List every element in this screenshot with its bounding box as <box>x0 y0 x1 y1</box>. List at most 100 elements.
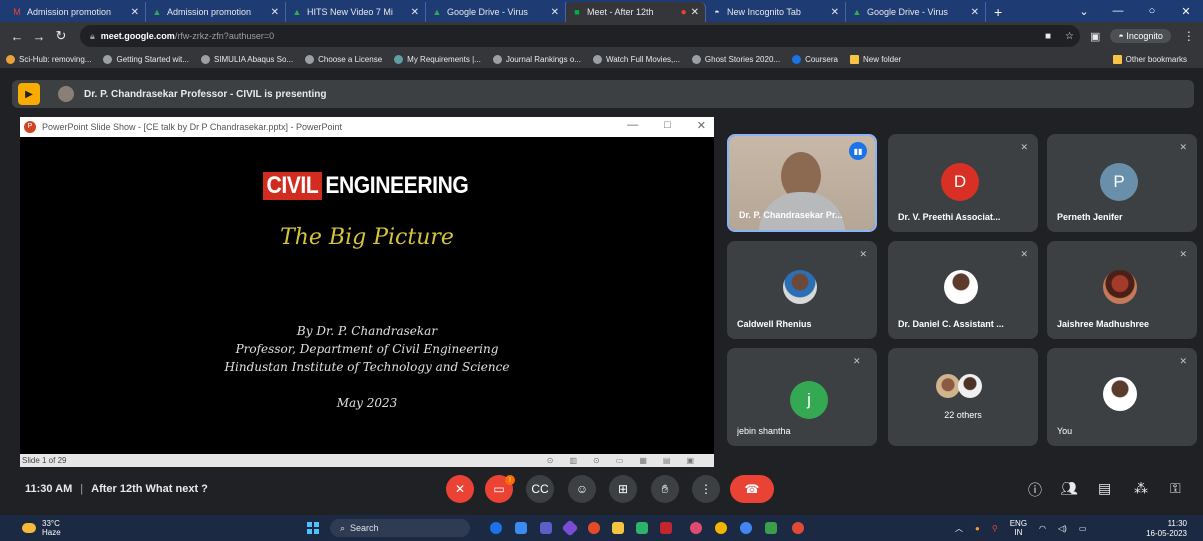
restore-button[interactable]: ○ <box>1135 5 1169 17</box>
participant-tile[interactable]: ▮▮ Dr. P. Chandrasekar Pr... <box>727 134 877 232</box>
tray-app-icon[interactable]: ● <box>975 524 980 533</box>
star-icon[interactable]: ☆ <box>1065 31 1074 42</box>
browser-tab[interactable]: ▲ Google Drive - Virus ✕ <box>846 2 986 22</box>
clock-date: 16-05-2023 <box>1146 529 1187 538</box>
app-icon[interactable] <box>636 522 648 534</box>
teams-icon[interactable] <box>540 522 552 534</box>
clock[interactable]: 11:30 16-05-2023 <box>1146 519 1187 539</box>
browser-tab[interactable]: M Admission promotion ✕ <box>6 2 146 22</box>
browser-tab-active[interactable]: ■ Meet - After 12th ● ✕ <box>566 2 706 22</box>
app-icon[interactable] <box>588 522 600 534</box>
back-button[interactable]: ← <box>6 29 28 44</box>
bookmark-folder[interactable]: New folder <box>849 54 901 64</box>
app-icon[interactable] <box>690 522 702 534</box>
bookmark[interactable]: Watch Full Movies,... <box>592 54 680 64</box>
app-icon[interactable] <box>561 519 579 537</box>
camera-off-icon[interactable]: ▭! <box>485 475 515 503</box>
raise-hand-icon[interactable]: ✋︎ <box>651 475 679 503</box>
avatar <box>783 270 817 304</box>
leave-call-button[interactable]: ☎︎ <box>730 475 774 503</box>
taskbar-search[interactable]: ⌕ Search <box>330 519 470 537</box>
windows-start-icon[interactable] <box>307 522 319 534</box>
new-tab-button[interactable]: + <box>986 2 1010 22</box>
close-window-button[interactable]: ✕ <box>1169 5 1203 18</box>
mic-off-icon: ✕ <box>1179 249 1187 259</box>
close-icon[interactable]: ✕ <box>971 7 979 18</box>
present-screen-icon[interactable]: ⊞ <box>609 475 637 503</box>
screen: M Admission promotion ✕ ▲ Admission prom… <box>0 0 1203 541</box>
bookmark[interactable]: SIMULIA Abaqus So... <box>200 54 293 64</box>
chat-icon[interactable]: ▤ <box>1098 480 1111 497</box>
participant-tile[interactable]: ✕ Jaishree Madhushree <box>1047 241 1197 339</box>
taskview-icon[interactable] <box>490 522 502 534</box>
participant-tile[interactable]: ✕ j jebin shantha <box>727 348 877 446</box>
people-icon[interactable]: 👥︎ <box>1060 480 1078 497</box>
bookmark[interactable]: Coursera <box>792 54 838 64</box>
chevron-up-icon[interactable]: ︿ <box>955 523 963 534</box>
url-field[interactable]: 🔒︎ meet.google.com /rfw-zrkz-zfn?authuse… <box>80 25 1080 47</box>
participant-tile[interactable]: 22 others <box>888 348 1038 446</box>
info-icon[interactable]: ⓘ <box>1028 480 1042 500</box>
bookmark[interactable]: Ghost Stories 2020... <box>691 54 780 64</box>
host-controls-icon[interactable]: ⚿ <box>1170 480 1181 497</box>
ppt-window-controls: — □ ✕ <box>627 119 706 132</box>
browser-tab[interactable]: ◓ New Incognito Tab ✕ <box>706 2 846 22</box>
bookmark[interactable]: Journal Rankings o... <box>492 54 581 64</box>
participant-tile[interactable]: ✕ P Perneth Jenifer <box>1047 134 1197 232</box>
widgets-icon[interactable] <box>515 522 527 534</box>
battery-icon[interactable]: ▭ <box>1079 524 1087 533</box>
gmail-icon: M <box>13 7 21 17</box>
bookmark[interactable]: Sci-Hub: removing... <box>6 54 91 64</box>
emoji-icon[interactable]: ☺ <box>568 475 596 503</box>
captions-icon[interactable]: CC <box>526 475 554 503</box>
close-icon[interactable]: ✕ <box>551 7 559 18</box>
chrome-icon[interactable] <box>715 522 727 534</box>
folder-icon <box>849 54 859 64</box>
tray-mic-icon[interactable]: ⚲ <box>992 524 998 533</box>
bookmark[interactable]: Getting Started wit... <box>103 54 189 64</box>
forward-button[interactable]: → <box>28 29 50 44</box>
weather-condition: Haze <box>42 528 61 537</box>
avatar-group <box>958 374 982 398</box>
bookmark[interactable]: Choose a License <box>305 54 382 64</box>
present-icon[interactable]: ▶ <box>18 83 40 105</box>
globe-icon <box>200 54 210 64</box>
other-bookmarks[interactable]: Other bookmarks <box>1112 54 1187 64</box>
incognito-badge[interactable]: ◓ Incognito <box>1110 29 1171 43</box>
activities-icon[interactable]: ⁂ <box>1134 480 1148 497</box>
volume-icon[interactable]: ◁) <box>1058 524 1067 533</box>
file-explorer-icon[interactable] <box>612 522 624 534</box>
reload-button[interactable]: ↻ <box>50 28 72 44</box>
language-indicator[interactable]: ENG IN <box>1010 519 1027 537</box>
wifi-icon[interactable]: ◠ <box>1039 524 1046 533</box>
app-icon[interactable] <box>660 522 672 534</box>
bookmark[interactable]: My Requirements |... <box>394 54 481 64</box>
menu-icon[interactable]: ⋮ <box>1183 29 1195 43</box>
app-icon[interactable] <box>792 522 804 534</box>
minimize-button[interactable]: — <box>1101 5 1135 17</box>
browser-tab[interactable]: ▲ HITS New Video 7 Mi ✕ <box>286 2 426 22</box>
meeting-info: 11:30 AM | After 12th What next ? <box>0 483 208 495</box>
mic-off-icon[interactable]: ✕ <box>446 475 474 503</box>
close-icon[interactable]: ✕ <box>271 7 279 18</box>
participant-tile[interactable]: ✕ Caldwell Rhenius <box>727 241 877 339</box>
reading-view-icon: ▭ <box>615 456 624 465</box>
browser-tab[interactable]: ▲ Admission promotion ✕ <box>146 2 286 22</box>
participant-name: You <box>1057 426 1073 436</box>
close-icon[interactable]: ✕ <box>831 7 839 18</box>
chevron-down-icon[interactable]: ⌄ <box>1067 5 1101 18</box>
close-icon[interactable]: ✕ <box>691 7 699 18</box>
browser-tab[interactable]: ▲ Google Drive - Virus ✕ <box>426 2 566 22</box>
app-icon[interactable] <box>765 522 777 534</box>
chrome-icon[interactable] <box>740 522 752 534</box>
globe-icon <box>492 54 502 64</box>
sidepanel-icon[interactable]: ▣ <box>1090 30 1100 43</box>
close-icon[interactable]: ✕ <box>411 7 419 18</box>
participant-tile[interactable]: ✕ D Dr. V. Preethi Associat... <box>888 134 1038 232</box>
close-icon[interactable]: ✕ <box>131 7 139 18</box>
participant-tile[interactable]: ✕ You <box>1047 348 1197 446</box>
participant-tile[interactable]: ✕ Dr. Daniel C. Assistant ... <box>888 241 1038 339</box>
weather-widget[interactable]: 33°C Haze <box>0 519 61 537</box>
camera-icon[interactable]: ■ <box>1045 31 1051 42</box>
more-options-icon[interactable]: ⋮ <box>692 475 720 503</box>
